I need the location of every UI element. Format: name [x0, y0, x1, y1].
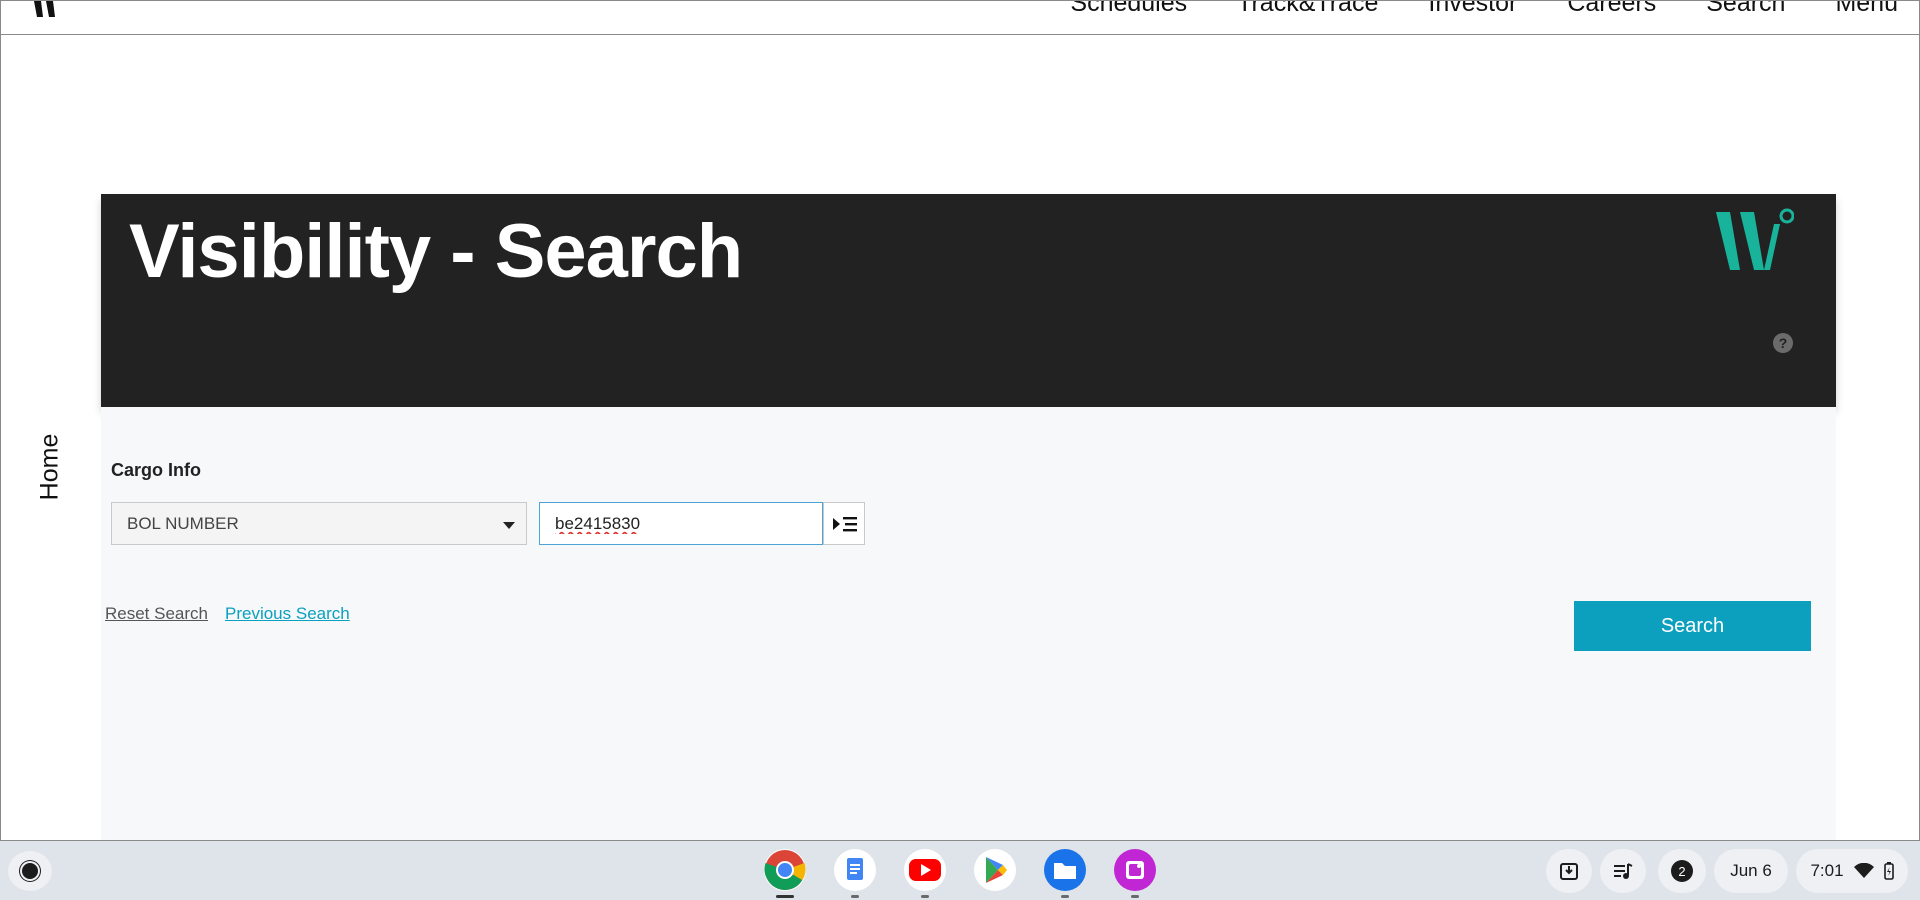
- top-navigation: Schedules Track&Trace Investor Careers S…: [1, 0, 1919, 35]
- list-indent-icon: [833, 517, 857, 532]
- notification-count-badge: 2: [1671, 860, 1693, 882]
- chevron-down-icon: [503, 522, 515, 529]
- nav-item-menu[interactable]: Menu: [1835, 1, 1898, 18]
- browser-page: Schedules Track&Trace Investor Careers S…: [0, 0, 1920, 841]
- notifications-button[interactable]: 2: [1658, 849, 1706, 893]
- search-type-value: BOL NUMBER: [127, 514, 239, 533]
- search-type-select[interactable]: BOL NUMBER: [111, 502, 527, 545]
- nav-item-careers[interactable]: Careers: [1567, 1, 1656, 18]
- canvas-icon: [1126, 861, 1144, 879]
- chrome-icon: [764, 850, 806, 890]
- holding-space-button[interactable]: [1546, 849, 1592, 893]
- folder-icon: [1054, 863, 1076, 879]
- reset-search-link[interactable]: Reset Search: [105, 604, 208, 624]
- page-title: Visibility - Search: [129, 209, 743, 294]
- nav-item-schedules[interactable]: Schedules: [1070, 1, 1187, 18]
- date-label: Jun 6: [1730, 861, 1772, 880]
- help-icon[interactable]: ?: [1773, 333, 1793, 353]
- running-indicator: [921, 895, 929, 898]
- docs-icon: [847, 858, 863, 880]
- files-app-icon[interactable]: [1044, 849, 1086, 898]
- section-label-cargo-info: Cargo Info: [111, 460, 201, 480]
- previous-search-link[interactable]: Previous Search: [225, 604, 350, 624]
- brand-logo-icon[interactable]: [29, 0, 69, 21]
- youtube-app-icon[interactable]: [904, 849, 946, 898]
- side-home-label: Home: [35, 433, 64, 501]
- running-indicator: [776, 895, 794, 898]
- brand-logo-icon: [1716, 208, 1794, 270]
- search-button[interactable]: Search: [1574, 601, 1811, 651]
- youtube-icon: [909, 859, 941, 881]
- hero-banner: Visibility - Search ?: [101, 194, 1836, 407]
- nav-item-search[interactable]: Search: [1706, 1, 1785, 18]
- time-label: 7:01: [1810, 861, 1844, 880]
- date-button[interactable]: Jun 6: [1714, 849, 1788, 893]
- multi-entry-button[interactable]: [823, 502, 865, 545]
- status-tray-button[interactable]: 7:01: [1796, 849, 1908, 893]
- chrome-app-icon[interactable]: [764, 849, 806, 898]
- search-panel: Cargo Info BOL NUMBER Reset Search Previ…: [101, 407, 1836, 840]
- canvas-app-icon[interactable]: [1114, 849, 1156, 898]
- nav-item-investor[interactable]: Investor: [1428, 1, 1517, 18]
- running-indicator: [1131, 895, 1139, 898]
- wifi-icon: [1853, 863, 1874, 878]
- bol-number-input[interactable]: [539, 502, 823, 545]
- side-home-link[interactable]: Home: [33, 431, 67, 503]
- launcher-button[interactable]: [8, 851, 52, 891]
- play-store-app-icon[interactable]: [974, 849, 1016, 891]
- docs-app-icon[interactable]: [834, 849, 876, 898]
- nav-item-track-trace[interactable]: Track&Trace: [1237, 1, 1378, 18]
- download-tray-icon: [1560, 863, 1578, 880]
- battery-icon: [1883, 862, 1894, 880]
- music-queue-icon: [1614, 863, 1633, 879]
- running-indicator: [851, 895, 859, 898]
- nav-menu: Schedules Track&Trace Investor Careers S…: [1070, 1, 1898, 18]
- play-store-icon: [986, 857, 1007, 883]
- os-shelf: 2 Jun 6 7:01: [0, 841, 1920, 900]
- running-indicator: [1061, 895, 1069, 898]
- media-controls-button[interactable]: [1600, 849, 1646, 893]
